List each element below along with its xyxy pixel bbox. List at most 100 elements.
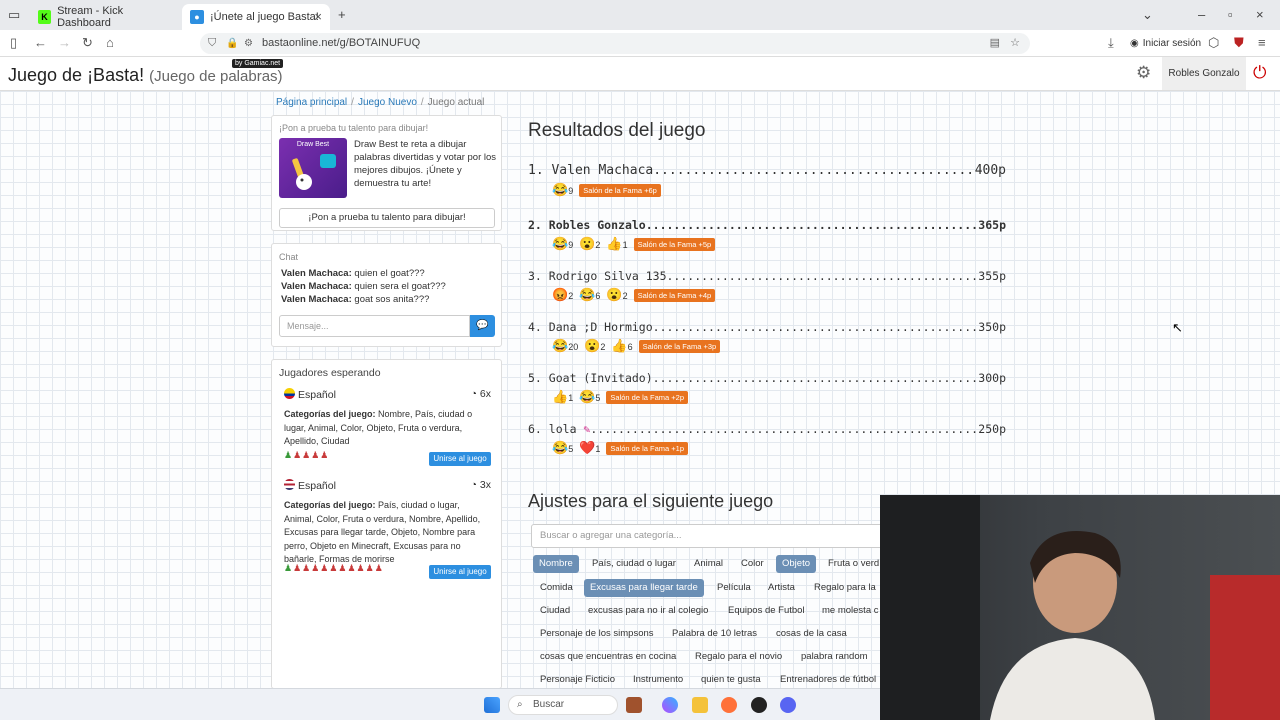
category-chip[interactable]: Animal (688, 555, 729, 573)
category-chip[interactable]: País, ciudad o lugar (586, 555, 682, 573)
reaction[interactable]: 👍1 (606, 236, 627, 252)
category-chip[interactable]: Fruta o verd (822, 555, 885, 573)
widgets-icon[interactable] (626, 697, 642, 713)
draw-best-image[interactable]: Draw Best (279, 138, 347, 198)
category-chip[interactable]: Nombre (533, 555, 579, 573)
player-name[interactable]: Rodrigo Silva 135 (549, 269, 667, 283)
close-tab-icon[interactable]: × (314, 9, 322, 24)
category-chip[interactable]: Color (735, 555, 770, 573)
reload-icon[interactable]: ↻ (82, 35, 93, 51)
hall-of-fame-badge[interactable]: Salón de la Fama +5p (633, 237, 716, 251)
player-name[interactable]: Dana ;D Hormigo (549, 320, 653, 334)
bookmark-star-icon[interactable]: ☆ (1010, 33, 1020, 54)
reaction[interactable]: 😂5 (552, 440, 573, 456)
tab-basta[interactable]: ● ¡Únete al juego Basta! × (182, 4, 330, 30)
download-icon[interactable]: ⤓ (1108, 35, 1114, 51)
reaction[interactable]: 😮2 (606, 287, 627, 303)
category-chip[interactable]: Regalo para la (808, 579, 882, 597)
reaction[interactable]: 😡2 (552, 287, 573, 303)
obs-icon[interactable] (751, 697, 767, 713)
page-title[interactable]: Juego de ¡Basta! (Juego de palabras) (8, 65, 283, 86)
category-chip[interactable]: palabra random (795, 648, 874, 666)
category-chip[interactable]: Personaje Ficticio (534, 671, 621, 689)
category-chip[interactable]: excusas para no ir al colegio (582, 602, 714, 620)
tab-list-icon[interactable]: ▭ (8, 7, 20, 23)
copilot-icon[interactable] (662, 697, 678, 713)
category-chip[interactable]: Comida (534, 579, 579, 597)
category-chip[interactable]: Instrumento (627, 671, 689, 689)
minimize-icon[interactable]: – (1198, 7, 1205, 22)
url-field[interactable]: ⛉ 🔒 ⚙ bastaonline.net/g/BOTAINUFUQ ▤ ☆ (200, 33, 1030, 54)
user-menu[interactable]: Robles Gonzalo (1162, 57, 1246, 90)
chat-message-input[interactable]: Mensaje... (279, 315, 470, 337)
lock-icon[interactable]: 🔒 (226, 33, 238, 54)
reaction[interactable]: 😂6 (579, 287, 600, 303)
gamiac-badge[interactable]: by Gamiac.net (232, 59, 284, 68)
category-chip[interactable]: Entrenadores de fútbol (774, 671, 882, 689)
category-chip[interactable]: me molesta c (816, 602, 885, 620)
player-slots: ♟♟♟♟♟ (284, 450, 330, 460)
maximize-icon[interactable]: ▫ (1228, 7, 1233, 22)
breadcrumb-new-game[interactable]: Juego Nuevo (358, 97, 417, 108)
windows-start-icon[interactable] (484, 697, 500, 713)
shield-icon[interactable]: ⛉ (208, 33, 216, 54)
hall-of-fame-badge[interactable]: Salón de la Fama +1p (606, 441, 688, 455)
extensions-icon[interactable]: ⬡ (1208, 35, 1219, 51)
category-chip[interactable]: cosas que encuentras en cocina (534, 648, 682, 666)
back-icon[interactable]: ← (34, 35, 47, 50)
taskbar-search[interactable]: ⌕ Buscar (508, 695, 618, 715)
reaction[interactable]: 😂9 (552, 236, 573, 252)
player-name[interactable]: Goat (Invitado) (549, 371, 653, 385)
join-game-button[interactable]: Unirse al juego (429, 565, 491, 579)
sidebar-icon[interactable]: ▯ (10, 35, 17, 51)
ublock-icon[interactable]: ⛊ (1234, 35, 1244, 51)
reaction[interactable]: 👍1 (552, 389, 573, 405)
send-message-button[interactable]: 💬 (470, 315, 495, 337)
power-icon[interactable]: ⏻ (1253, 63, 1266, 83)
category-chip[interactable]: cosas de la casa (770, 625, 853, 643)
permissions-icon[interactable]: ⚙ (244, 33, 253, 54)
title-text: Juego de ¡Basta! (8, 65, 145, 85)
menu-icon[interactable]: ≡ (1258, 35, 1266, 50)
category-chip[interactable]: Película (711, 579, 757, 597)
player-name[interactable]: Valen Machaca (551, 163, 653, 178)
reaction[interactable]: 😂9 (552, 182, 573, 198)
hall-of-fame-badge[interactable]: Salón de la Fama +3p (638, 339, 721, 353)
category-chip[interactable]: Palabra de 10 letras (666, 625, 763, 643)
category-chip[interactable]: Objeto (776, 555, 816, 573)
category-search-input[interactable]: Buscar o agregar una categoría... (531, 524, 891, 548)
try-draw-button[interactable]: ¡Pon a prueba tu talento para dibujar! (279, 208, 495, 228)
tab-kick-dashboard[interactable]: K Stream - Kick Dashboard (30, 4, 180, 30)
reaction[interactable]: ❤️1 (579, 440, 600, 456)
reaction[interactable]: 👍6 (611, 338, 632, 354)
file-explorer-icon[interactable] (692, 697, 708, 713)
hall-of-fame-badge[interactable]: Salón de la Fama +4p (633, 288, 716, 302)
firefox-icon[interactable] (721, 697, 737, 713)
category-chip[interactable]: Excusas para llegar tarde (584, 579, 704, 597)
hall-of-fame-badge[interactable]: Salón de la Fama +6p (579, 183, 661, 197)
category-chip[interactable]: quien te gusta (695, 671, 767, 689)
hall-of-fame-badge[interactable]: Salón de la Fama +2p (606, 390, 688, 404)
reaction[interactable]: 😮2 (584, 338, 605, 354)
category-chip[interactable]: Artista (762, 579, 801, 597)
home-icon[interactable]: ⌂ (106, 35, 114, 50)
login-button[interactable]: ◉ Iniciar sesión (1130, 34, 1201, 53)
category-chip[interactable]: Regalo para el novio (689, 648, 788, 666)
reader-icon[interactable]: ▤ (990, 33, 1000, 54)
reaction[interactable]: 😂5 (579, 389, 600, 405)
reaction[interactable]: 😮2 (579, 236, 600, 252)
category-chip[interactable]: Equipos de Futbol (722, 602, 811, 620)
gear-icon[interactable]: ⚙ (1136, 63, 1151, 83)
player-name[interactable]: lola (549, 422, 577, 436)
discord-icon[interactable] (780, 697, 796, 713)
close-window-icon[interactable]: × (1256, 7, 1264, 22)
chevron-down-icon[interactable]: ⌄ (1142, 7, 1153, 23)
join-game-button[interactable]: Unirse al juego (429, 452, 491, 466)
player-name[interactable]: Robles Gonzalo (549, 218, 646, 232)
new-tab-icon[interactable]: + (338, 7, 346, 22)
reaction[interactable]: 😂20 (552, 338, 578, 354)
category-chip[interactable]: Personaje de los simpsons (534, 625, 660, 643)
breadcrumb-home[interactable]: Página principal (276, 97, 347, 108)
forward-icon[interactable]: → (58, 35, 71, 50)
category-chip[interactable]: Ciudad (534, 602, 576, 620)
